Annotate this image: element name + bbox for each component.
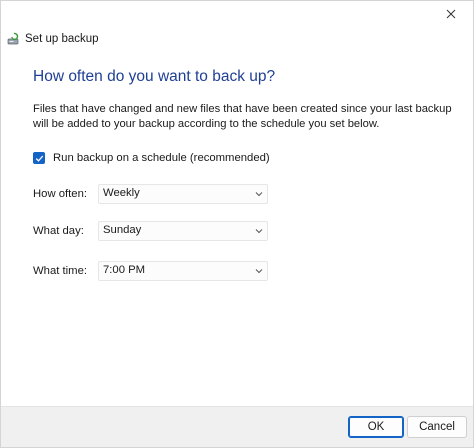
what-day-dropdown[interactable]: Sunday <box>98 221 268 241</box>
dialog-title: Set up backup <box>25 33 99 45</box>
backup-dialog: Set up backup How often do you want to b… <box>0 0 474 448</box>
chevron-down-icon <box>255 229 263 234</box>
cancel-button[interactable]: Cancel <box>407 416 467 438</box>
chevron-down-icon <box>255 192 263 197</box>
dialog-nav: Set up backup <box>7 30 99 48</box>
how-often-dropdown[interactable]: Weekly <box>98 184 268 204</box>
what-time-label: What time: <box>33 265 87 277</box>
backup-icon <box>7 32 19 45</box>
how-often-label: How often: <box>33 188 88 200</box>
how-often-value: Weekly <box>103 187 140 199</box>
what-day-label: What day: <box>33 225 84 237</box>
close-button[interactable] <box>429 1 473 27</box>
what-time-dropdown[interactable]: 7:00 PM <box>98 261 268 281</box>
schedule-checkbox[interactable] <box>33 152 45 164</box>
schedule-checkbox-label: Run backup on a schedule (recommended) <box>53 152 270 164</box>
dialog-footer: OK Cancel <box>1 406 473 447</box>
checkmark-icon <box>35 155 43 162</box>
chevron-down-icon <box>255 269 263 274</box>
close-icon <box>446 9 456 19</box>
what-day-value: Sunday <box>103 224 142 236</box>
ok-button[interactable]: OK <box>348 416 404 438</box>
description-text: Files that have changed and new files th… <box>33 103 452 130</box>
schedule-checkbox-row[interactable]: Run backup on a schedule (recommended) <box>33 152 270 164</box>
page-heading: How often do you want to back up? <box>33 68 276 85</box>
what-time-value: 7:00 PM <box>103 264 146 276</box>
